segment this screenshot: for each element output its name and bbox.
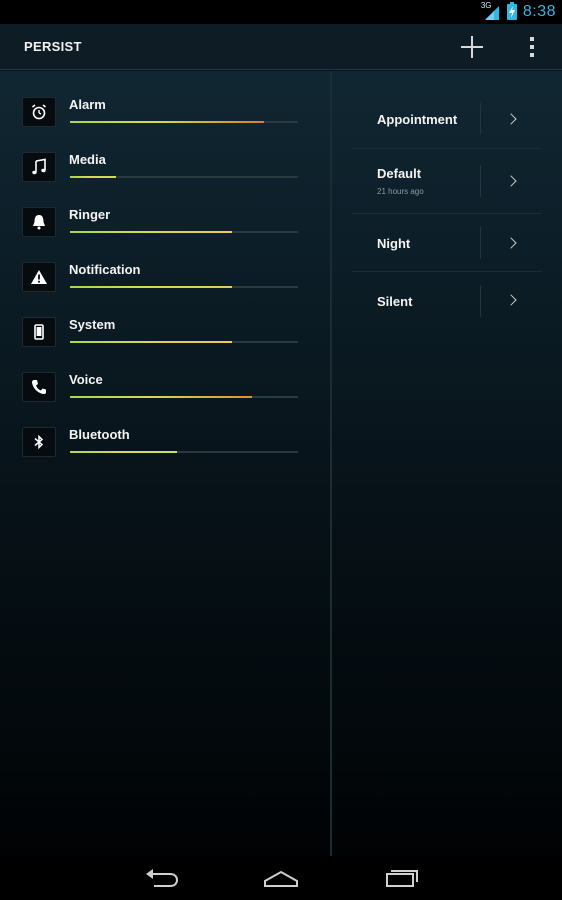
volume-slider-fill bbox=[70, 396, 253, 398]
volume-slider-fill bbox=[70, 176, 116, 178]
stream-label: Ringer bbox=[69, 207, 111, 222]
stream-label: Bluetooth bbox=[69, 427, 130, 442]
profile-name: Default bbox=[377, 166, 422, 181]
stream-label: Voice bbox=[69, 372, 103, 387]
stream-label: Notification bbox=[69, 262, 141, 277]
profile-separator bbox=[480, 103, 481, 135]
profile-silent[interactable]: Silent bbox=[352, 272, 542, 330]
volume-slider-fill bbox=[70, 231, 232, 233]
app-title: PERSIST bbox=[24, 39, 82, 54]
stream-ringer: Ringer bbox=[0, 207, 330, 262]
chevron-right-icon[interactable] bbox=[505, 294, 517, 306]
recent-apps-icon[interactable] bbox=[380, 864, 424, 892]
stream-bluetooth: Bluetooth bbox=[0, 427, 330, 482]
status-icons: 3G 8:38 bbox=[481, 1, 556, 22]
chevron-right-icon[interactable] bbox=[505, 175, 517, 187]
profile-default[interactable]: Default 21 hours ago bbox=[352, 149, 542, 213]
profile-appointment[interactable]: Appointment bbox=[352, 90, 542, 148]
volume-slider[interactable] bbox=[70, 176, 298, 178]
stream-label: Media bbox=[69, 152, 106, 167]
app-root: 3G 8:38 PERSIST Alarm Media Ringer Notif… bbox=[0, 0, 562, 900]
profile-name: Night bbox=[377, 236, 411, 251]
signal-icon: 3G bbox=[481, 1, 501, 22]
volume-slider[interactable] bbox=[70, 286, 298, 288]
chevron-right-icon[interactable] bbox=[505, 237, 517, 249]
bell-icon bbox=[22, 207, 56, 237]
volume-slider[interactable] bbox=[70, 396, 298, 398]
stream-system: System bbox=[0, 317, 330, 372]
bluetooth-icon bbox=[22, 427, 56, 457]
volume-slider[interactable] bbox=[70, 451, 298, 453]
profile-name: Appointment bbox=[377, 112, 458, 127]
status-bar: 3G 8:38 bbox=[0, 0, 562, 24]
phone-call-icon bbox=[22, 372, 56, 402]
back-icon[interactable] bbox=[140, 864, 184, 892]
profile-last-used: 21 hours ago bbox=[377, 187, 424, 196]
profile-separator bbox=[480, 285, 481, 317]
volume-slider-fill bbox=[70, 121, 264, 123]
volume-slider[interactable] bbox=[70, 121, 298, 123]
stream-voice: Voice bbox=[0, 372, 330, 427]
overflow-menu-icon[interactable] bbox=[520, 32, 544, 64]
panel-divider bbox=[330, 71, 332, 856]
volume-slider[interactable] bbox=[70, 341, 298, 343]
volume-slider-fill bbox=[70, 451, 178, 453]
phone-device-icon bbox=[22, 317, 56, 347]
warning-icon bbox=[22, 262, 56, 292]
stream-label: Alarm bbox=[69, 97, 106, 112]
home-icon[interactable] bbox=[259, 864, 303, 892]
profile-name: Silent bbox=[377, 294, 413, 309]
battery-charging-icon bbox=[506, 2, 517, 20]
navigation-bar bbox=[0, 856, 562, 900]
volume-slider-fill bbox=[70, 341, 232, 343]
profile-night[interactable]: Night bbox=[352, 214, 542, 271]
action-bar: PERSIST bbox=[0, 24, 562, 70]
volume-slider[interactable] bbox=[70, 231, 298, 233]
clock: 8:38 bbox=[522, 3, 556, 20]
alarm-clock-icon bbox=[22, 97, 56, 127]
profile-separator bbox=[480, 227, 481, 259]
volume-slider-fill bbox=[70, 286, 232, 288]
music-note-icon bbox=[22, 152, 56, 182]
chevron-right-icon[interactable] bbox=[505, 113, 517, 125]
stream-alarm: Alarm bbox=[0, 97, 330, 152]
profile-separator bbox=[480, 165, 481, 197]
stream-media: Media bbox=[0, 152, 330, 207]
stream-notification: Notification bbox=[0, 262, 330, 317]
add-icon[interactable] bbox=[454, 30, 490, 64]
stream-label: System bbox=[69, 317, 116, 332]
